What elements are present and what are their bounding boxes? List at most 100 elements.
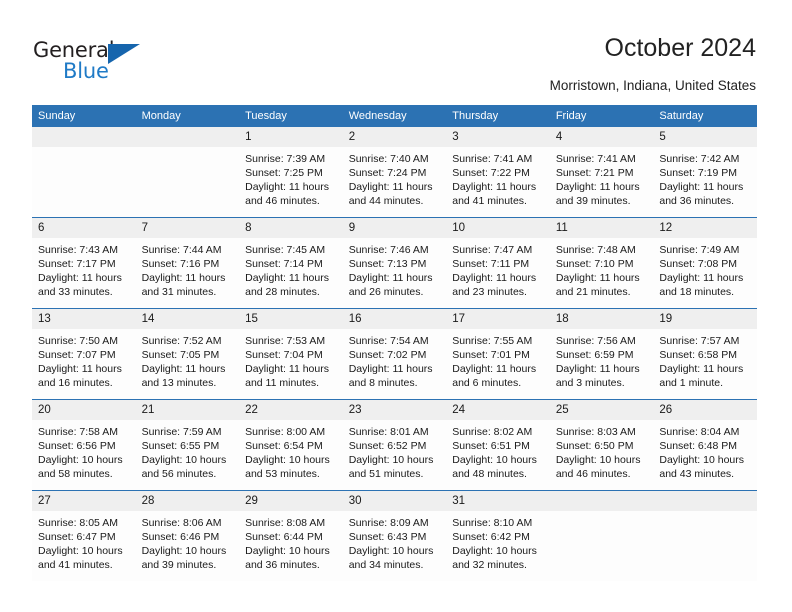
- sunset-text: Sunset: 7:13 PM: [348, 258, 427, 271]
- calendar-day-cell[interactable]: 26 Sunrise: 8:04 AM Sunset: 6:48 PM Dayligh…: [653, 400, 757, 490]
- weekday-header-thursday: Thursday: [446, 105, 550, 127]
- calendar-day-cell[interactable]: 7 Sunrise: 7:44 AM Sunset: 7:16 PM Daylight…: [135, 218, 240, 308]
- calendar-day-cell-empty: [653, 491, 757, 581]
- calendar-day-cell[interactable]: 12 Sunrise: 7:49 AM Sunset: 7:08 PM Dayligh…: [653, 218, 757, 308]
- day-number: 22: [239, 400, 343, 420]
- calendar-day-cell[interactable]: 8 Sunrise: 7:45 AM Sunset: 7:14 PM Daylight…: [239, 218, 343, 308]
- day-number: 11: [549, 218, 654, 238]
- sunrise-text: Sunrise: 7:54 AM: [348, 335, 429, 347]
- sunset-text: Sunset: 7:01 PM: [452, 349, 530, 362]
- day-details: Sunrise: 7:57 AM Sunset: 6:58 PM Daylight:…: [653, 329, 757, 390]
- calendar-day-cell[interactable]: 4 Sunrise: 7:41 AM Sunset: 7:21 PM Daylight…: [549, 127, 654, 217]
- daylight-text: Daylight: 10 hours and 48 minutes.: [452, 454, 537, 481]
- calendar-day-cell[interactable]: 9 Sunrise: 7:46 AM Sunset: 7:13 PM Daylight…: [342, 218, 447, 308]
- calendar-day-cell-empty: [135, 127, 240, 217]
- sunrise-text: Sunrise: 7:41 AM: [555, 153, 636, 165]
- sunset-text: Sunset: 7:07 PM: [38, 349, 116, 362]
- sunset-text: Sunset: 6:50 PM: [555, 440, 634, 453]
- daylight-text: Daylight: 11 hours and 41 minutes.: [452, 181, 537, 208]
- sunrise-text: Sunrise: 8:06 AM: [141, 517, 222, 529]
- calendar-day-cell[interactable]: 18 Sunrise: 7:56 AM Sunset: 6:59 PM Dayligh…: [549, 309, 654, 399]
- sunrise-text: Sunrise: 8:02 AM: [452, 426, 533, 438]
- sunrise-text: Sunrise: 7:53 AM: [245, 335, 326, 347]
- daylight-text: Daylight: 11 hours and 26 minutes.: [348, 272, 433, 299]
- sunrise-text: Sunrise: 7:59 AM: [141, 426, 222, 438]
- daylight-text: Daylight: 10 hours and 56 minutes.: [141, 454, 227, 481]
- sunrise-text: Sunrise: 8:00 AM: [245, 426, 326, 438]
- day-number: 28: [135, 491, 240, 511]
- day-details: Sunrise: 8:06 AM Sunset: 6:46 PM Daylight:…: [136, 511, 240, 572]
- calendar-day-cell[interactable]: 16 Sunrise: 7:54 AM Sunset: 7:02 PM Dayligh…: [342, 309, 447, 399]
- day-number: 14: [135, 309, 240, 329]
- calendar-day-cell[interactable]: 30 Sunrise: 8:09 AM Sunset: 6:43 PM Dayligh…: [342, 491, 447, 581]
- calendar-day-cell[interactable]: 31 Sunrise: 8:10 AM Sunset: 6:42 PM Dayligh…: [446, 491, 550, 581]
- calendar-day-cell[interactable]: 19 Sunrise: 7:57 AM Sunset: 6:58 PM Dayligh…: [653, 309, 757, 399]
- calendar-day-cell[interactable]: 25 Sunrise: 8:03 AM Sunset: 6:50 PM Dayligh…: [549, 400, 654, 490]
- calendar-day-cell[interactable]: 20 Sunrise: 7:58 AM Sunset: 6:56 PM Dayligh…: [32, 400, 136, 490]
- day-number: 1: [239, 127, 343, 147]
- sunset-text: Sunset: 7:14 PM: [245, 258, 323, 271]
- sunrise-text: Sunrise: 7:48 AM: [555, 244, 636, 256]
- calendar-day-cell[interactable]: 13 Sunrise: 7:50 AM Sunset: 7:07 PM Dayligh…: [32, 309, 136, 399]
- day-details: Sunrise: 7:43 AM Sunset: 7:17 PM Daylight:…: [32, 238, 136, 299]
- calendar-day-cell[interactable]: 3 Sunrise: 7:41 AM Sunset: 7:22 PM Daylight…: [446, 127, 550, 217]
- page-title: October 2024: [604, 34, 757, 62]
- sunset-text: Sunset: 6:54 PM: [245, 440, 323, 453]
- calendar-day-cell[interactable]: 6 Sunrise: 7:43 AM Sunset: 7:17 PM Daylight…: [32, 218, 136, 308]
- daylight-text: Daylight: 11 hours and 1 minute.: [659, 363, 744, 390]
- calendar-day-cell[interactable]: 21 Sunrise: 7:59 AM Sunset: 6:55 PM Dayligh…: [135, 400, 240, 490]
- calendar-day-cell[interactable]: 23 Sunrise: 8:01 AM Sunset: 6:52 PM Dayligh…: [342, 400, 447, 490]
- logo-text-blue: Blue: [63, 59, 109, 83]
- daylight-text: Daylight: 11 hours and 6 minutes.: [452, 363, 537, 390]
- day-details: Sunrise: 7:47 AM Sunset: 7:11 PM Daylight:…: [446, 238, 550, 299]
- day-details: Sunrise: 7:44 AM Sunset: 7:16 PM Daylight:…: [136, 238, 240, 299]
- sunrise-text: Sunrise: 8:08 AM: [245, 517, 326, 529]
- weekday-header-sunday: Sunday: [32, 105, 136, 127]
- sunrise-text: Sunrise: 7:56 AM: [555, 335, 636, 347]
- day-number: 7: [135, 218, 240, 238]
- day-details: Sunrise: 7:59 AM Sunset: 6:55 PM Daylight:…: [136, 420, 240, 481]
- day-number: 9: [342, 218, 447, 238]
- calendar-day-cell[interactable]: 17 Sunrise: 7:55 AM Sunset: 7:01 PM Dayligh…: [446, 309, 550, 399]
- calendar-header-row-group: Sunday Monday Tuesday Wednesday Thursday…: [32, 105, 757, 127]
- sunrise-text: Sunrise: 7:58 AM: [38, 426, 118, 438]
- calendar-day-cell[interactable]: 10 Sunrise: 7:47 AM Sunset: 7:11 PM Dayligh…: [446, 218, 550, 308]
- day-details: Sunrise: 8:04 AM Sunset: 6:48 PM Daylight:…: [653, 420, 757, 481]
- sunset-text: Sunset: 7:22 PM: [452, 167, 530, 180]
- calendar-day-cell[interactable]: 1 Sunrise: 7:39 AM Sunset: 7:25 PM Daylight…: [239, 127, 343, 217]
- calendar-week-row: 27 Sunrise: 8:05 AM Sunset: 6:47 PM Dayligh…: [32, 491, 757, 581]
- day-number: 26: [653, 400, 757, 420]
- day-details: Sunrise: 8:09 AM Sunset: 6:43 PM Daylight:…: [343, 511, 447, 572]
- calendar-day-cell[interactable]: 15 Sunrise: 7:53 AM Sunset: 7:04 PM Dayligh…: [239, 309, 343, 399]
- day-details: Sunrise: 8:01 AM Sunset: 6:52 PM Daylight:…: [343, 420, 447, 481]
- day-number: 5: [653, 127, 757, 147]
- day-number: 17: [446, 309, 550, 329]
- sunset-text: Sunset: 6:43 PM: [348, 531, 427, 544]
- sunset-text: Sunset: 7:21 PM: [555, 167, 634, 180]
- calendar-day-cell[interactable]: 14 Sunrise: 7:52 AM Sunset: 7:05 PM Dayligh…: [135, 309, 240, 399]
- calendar-day-cell[interactable]: 11 Sunrise: 7:48 AM Sunset: 7:10 PM Dayligh…: [549, 218, 654, 308]
- calendar-day-cell[interactable]: 2 Sunrise: 7:40 AM Sunset: 7:24 PM Daylight…: [342, 127, 447, 217]
- daylight-text: Daylight: 10 hours and 53 minutes.: [245, 454, 330, 481]
- weekday-header-row: Sunday Monday Tuesday Wednesday Thursday…: [32, 105, 757, 127]
- calendar-week-row: 20 Sunrise: 7:58 AM Sunset: 6:56 PM Dayligh…: [32, 400, 757, 490]
- calendar-day-cell[interactable]: 5 Sunrise: 7:42 AM Sunset: 7:19 PM Daylight…: [653, 127, 757, 217]
- daylight-text: Daylight: 11 hours and 11 minutes.: [245, 363, 329, 390]
- calendar-day-cell[interactable]: 28 Sunrise: 8:06 AM Sunset: 6:46 PM Dayligh…: [135, 491, 240, 581]
- day-details: Sunrise: 7:40 AM Sunset: 7:24 PM Daylight:…: [343, 147, 447, 208]
- calendar-week-row: 13 Sunrise: 7:50 AM Sunset: 7:07 PM Dayligh…: [32, 309, 757, 399]
- sunrise-text: Sunrise: 8:05 AM: [38, 517, 118, 529]
- day-number: 20: [32, 400, 136, 420]
- daylight-text: Daylight: 11 hours and 28 minutes.: [245, 272, 329, 299]
- sunrise-text: Sunrise: 7:44 AM: [141, 244, 222, 256]
- calendar-day-cell[interactable]: 24 Sunrise: 8:02 AM Sunset: 6:51 PM Dayligh…: [446, 400, 550, 490]
- calendar-day-cell[interactable]: 27 Sunrise: 8:05 AM Sunset: 6:47 PM Dayligh…: [32, 491, 136, 581]
- calendar-day-cell[interactable]: 22 Sunrise: 8:00 AM Sunset: 6:54 PM Dayligh…: [239, 400, 343, 490]
- day-number: 21: [135, 400, 240, 420]
- sunset-text: Sunset: 7:10 PM: [555, 258, 634, 271]
- generalblue-logo[interactable]: General Blue: [33, 38, 173, 84]
- weekday-header-saturday: Saturday: [653, 105, 757, 127]
- sunset-text: Sunset: 6:59 PM: [555, 349, 634, 362]
- sunset-text: Sunset: 7:04 PM: [245, 349, 323, 362]
- calendar-day-cell[interactable]: 29 Sunrise: 8:08 AM Sunset: 6:44 PM Dayligh…: [239, 491, 343, 581]
